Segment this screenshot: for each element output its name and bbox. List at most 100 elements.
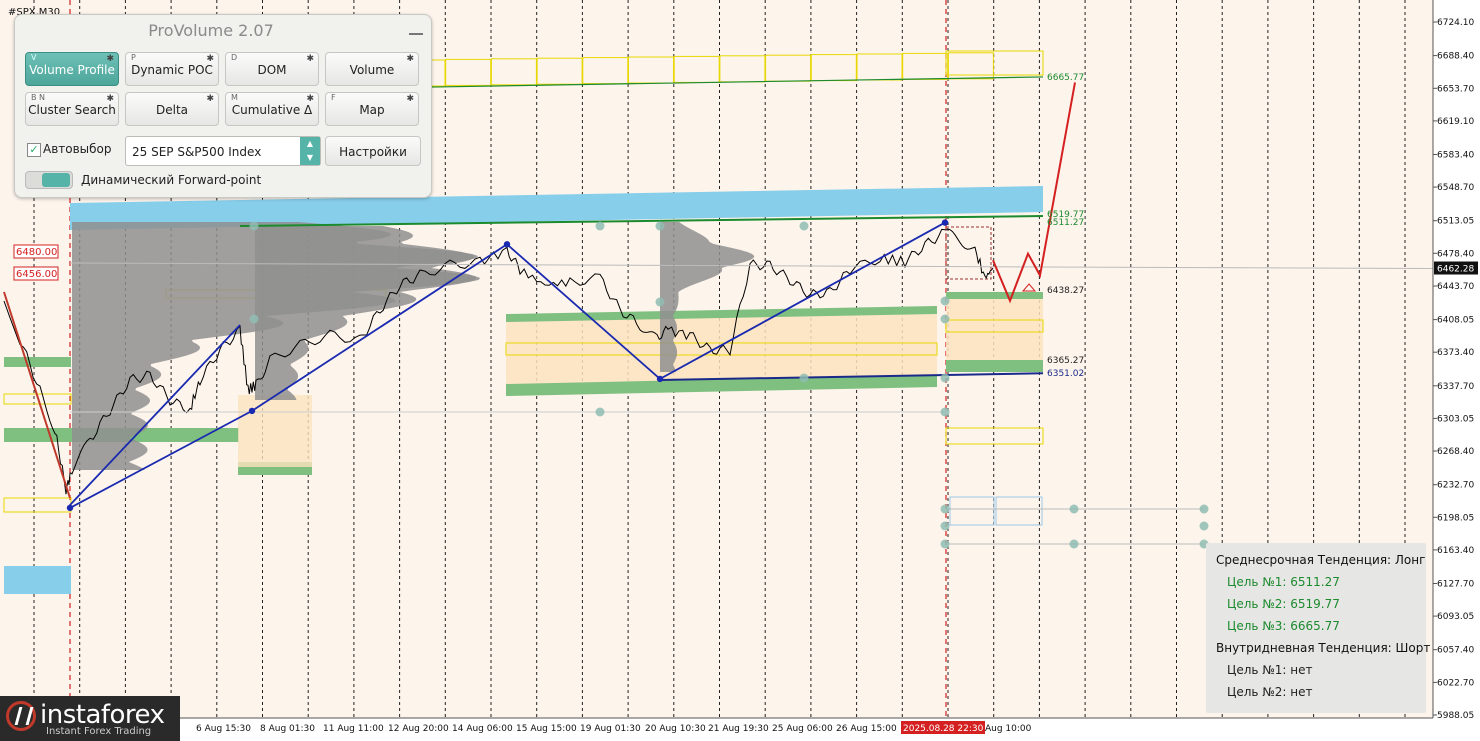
dom-button[interactable]: D ✱ DOM <box>225 52 319 86</box>
zigzag-point <box>503 241 511 248</box>
volume-button[interactable]: ✱ Volume <box>325 52 419 86</box>
y-tick-label: 6127.70 <box>1437 580 1474 590</box>
short-target-2: Цель №2: нет <box>1227 685 1313 699</box>
level-label: 6665.77 <box>1047 73 1084 83</box>
x-tick-label: 11 Aug 11:00 <box>323 724 384 734</box>
intraday-trend: Внутридневная Тенденция: Шорт <box>1216 641 1431 655</box>
marker-dot <box>940 521 950 531</box>
marker-dot <box>1069 539 1079 549</box>
cumulative-delta-button[interactable]: M ✱ Cumulative Δ <box>225 92 319 126</box>
left-price-label: 6456.00 <box>16 269 57 280</box>
gear-icon[interactable]: ✱ <box>406 94 414 104</box>
blue-zone <box>4 566 71 594</box>
x-tick-label: 21 Aug 19:30 <box>708 724 769 734</box>
autoselect-label: Автовыбор <box>43 142 112 156</box>
gear-icon[interactable]: ✱ <box>406 54 414 64</box>
x-tick-label: 6 Aug 15:30 <box>196 724 251 734</box>
button-label: Volume Profile <box>29 63 115 77</box>
marker-dot <box>655 221 665 231</box>
marker-dot <box>1199 504 1209 514</box>
level-label: 6351.02 <box>1047 369 1084 379</box>
marker-dot <box>249 314 259 324</box>
time-axis: 6 Aug 15:30 8 Aug 01:30 11 Aug 11:00 12 Aug… <box>0 717 1433 741</box>
midterm-trend: Среднесрочная Тенденция: Лонг <box>1216 553 1426 567</box>
marker-dot <box>940 373 950 383</box>
delta-button[interactable]: ✱ Delta <box>125 92 219 126</box>
gear-icon[interactable]: ✱ <box>206 54 214 64</box>
gear-icon[interactable]: ✱ <box>306 94 314 104</box>
level-label: 6511.27 <box>1047 218 1084 228</box>
y-tick-label: 6093.05 <box>1437 612 1474 622</box>
long-target-3: Цель №3: 6665.77 <box>1227 619 1340 633</box>
button-label: Map <box>359 103 385 117</box>
forward-point-label: Динамический Forward-point <box>81 173 262 187</box>
dynamic-poc-button[interactable]: P ✱ Dynamic POC <box>125 52 219 86</box>
y-tick-label: 5988.05 <box>1437 711 1474 721</box>
marker-dot <box>799 373 809 383</box>
price-axis: 6724.10 6688.40 6653.70 6619.10 6583.40 6548.… <box>1432 0 1480 741</box>
green-zone <box>946 292 1043 299</box>
button-label: Dynamic POC <box>131 63 213 77</box>
y-tick-label: 6198.05 <box>1437 513 1474 523</box>
level-label: 6365.27 <box>1047 356 1084 366</box>
button-label: DOM <box>257 63 287 77</box>
green-zone <box>946 360 1043 372</box>
gear-icon[interactable]: ✱ <box>306 54 314 64</box>
y-tick-label: 6268.40 <box>1437 447 1474 457</box>
map-button[interactable]: F ✱ Map <box>325 92 419 126</box>
y-tick-label: 6619.10 <box>1437 117 1474 127</box>
marker-dot <box>799 221 809 231</box>
cluster-search-button[interactable]: B N ✱ Cluster Search <box>25 92 119 126</box>
trend-info-box: Среднесрочная Тенденция: Лонг Цель №1: 6… <box>1206 543 1430 713</box>
zigzag-point <box>941 219 949 226</box>
button-key: B N <box>31 93 46 102</box>
y-tick-label: 6443.70 <box>1437 282 1474 292</box>
x-tick-label: 26 Aug 15:00 <box>836 724 897 734</box>
autoselect-checkbox[interactable]: ✓ <box>27 143 41 157</box>
peach-zone <box>946 296 1043 360</box>
marker-dot <box>1069 504 1079 514</box>
button-key: M <box>231 93 238 102</box>
y-tick-label: 6408.05 <box>1437 316 1474 326</box>
y-tick-label: 6232.70 <box>1437 481 1474 491</box>
marker-dot <box>655 297 665 307</box>
button-label: Delta <box>155 103 188 117</box>
current-price-label: 6462.28 <box>1437 265 1474 275</box>
volume-profile-button[interactable]: V ✱ Volume Profile <box>25 52 119 86</box>
y-tick-label: 6163.40 <box>1437 546 1474 556</box>
panel-title: ProVolume 2.07 <box>148 21 274 40</box>
gear-icon[interactable]: ✱ <box>106 94 114 104</box>
x-tick-label: 12 Aug 20:00 <box>388 724 449 734</box>
button-key: F <box>331 93 336 102</box>
gear-icon[interactable]: ✱ <box>206 94 214 104</box>
green-zone <box>4 357 71 367</box>
gear-icon[interactable]: ✱ <box>106 54 114 64</box>
provolume-panel: ProVolume 2.07 V ✱ Volume Profile P ✱ Dy… <box>14 14 432 198</box>
marker-dot <box>595 407 605 417</box>
button-label: Volume <box>349 63 395 77</box>
x-tick-label: 14 Aug 06:00 <box>452 724 513 734</box>
zigzag-point <box>656 375 664 383</box>
y-tick-label: 6583.40 <box>1437 151 1474 161</box>
minimize-button[interactable] <box>409 23 423 35</box>
settings-button[interactable]: Настройки <box>325 136 421 166</box>
y-tick-label: 6478.40 <box>1437 249 1474 259</box>
instrument-select[interactable]: 25 SEP S&P500 Index ▲ ▼ <box>125 136 321 166</box>
marker-dot <box>940 296 950 306</box>
button-key: P <box>131 53 136 62</box>
peach-zone <box>238 395 312 467</box>
button-label: Cumulative Δ <box>231 103 313 117</box>
marker-dot <box>1199 521 1209 531</box>
spinner-icon[interactable]: ▲ ▼ <box>300 137 320 165</box>
marker-dot <box>940 539 950 549</box>
y-tick-label: 6653.70 <box>1437 84 1474 94</box>
y-tick-label: 6303.05 <box>1437 414 1474 424</box>
forward-point-toggle[interactable] <box>25 171 73 189</box>
x-tick-label: Aug 10:00 <box>985 724 1032 734</box>
instrument-value: 25 SEP S&P500 Index <box>132 145 262 159</box>
marker-dot <box>595 221 605 231</box>
zigzag-point <box>248 407 256 415</box>
toggle-knob <box>42 173 70 187</box>
logo-icon <box>6 701 36 731</box>
y-tick-label: 6057.40 <box>1437 646 1474 656</box>
